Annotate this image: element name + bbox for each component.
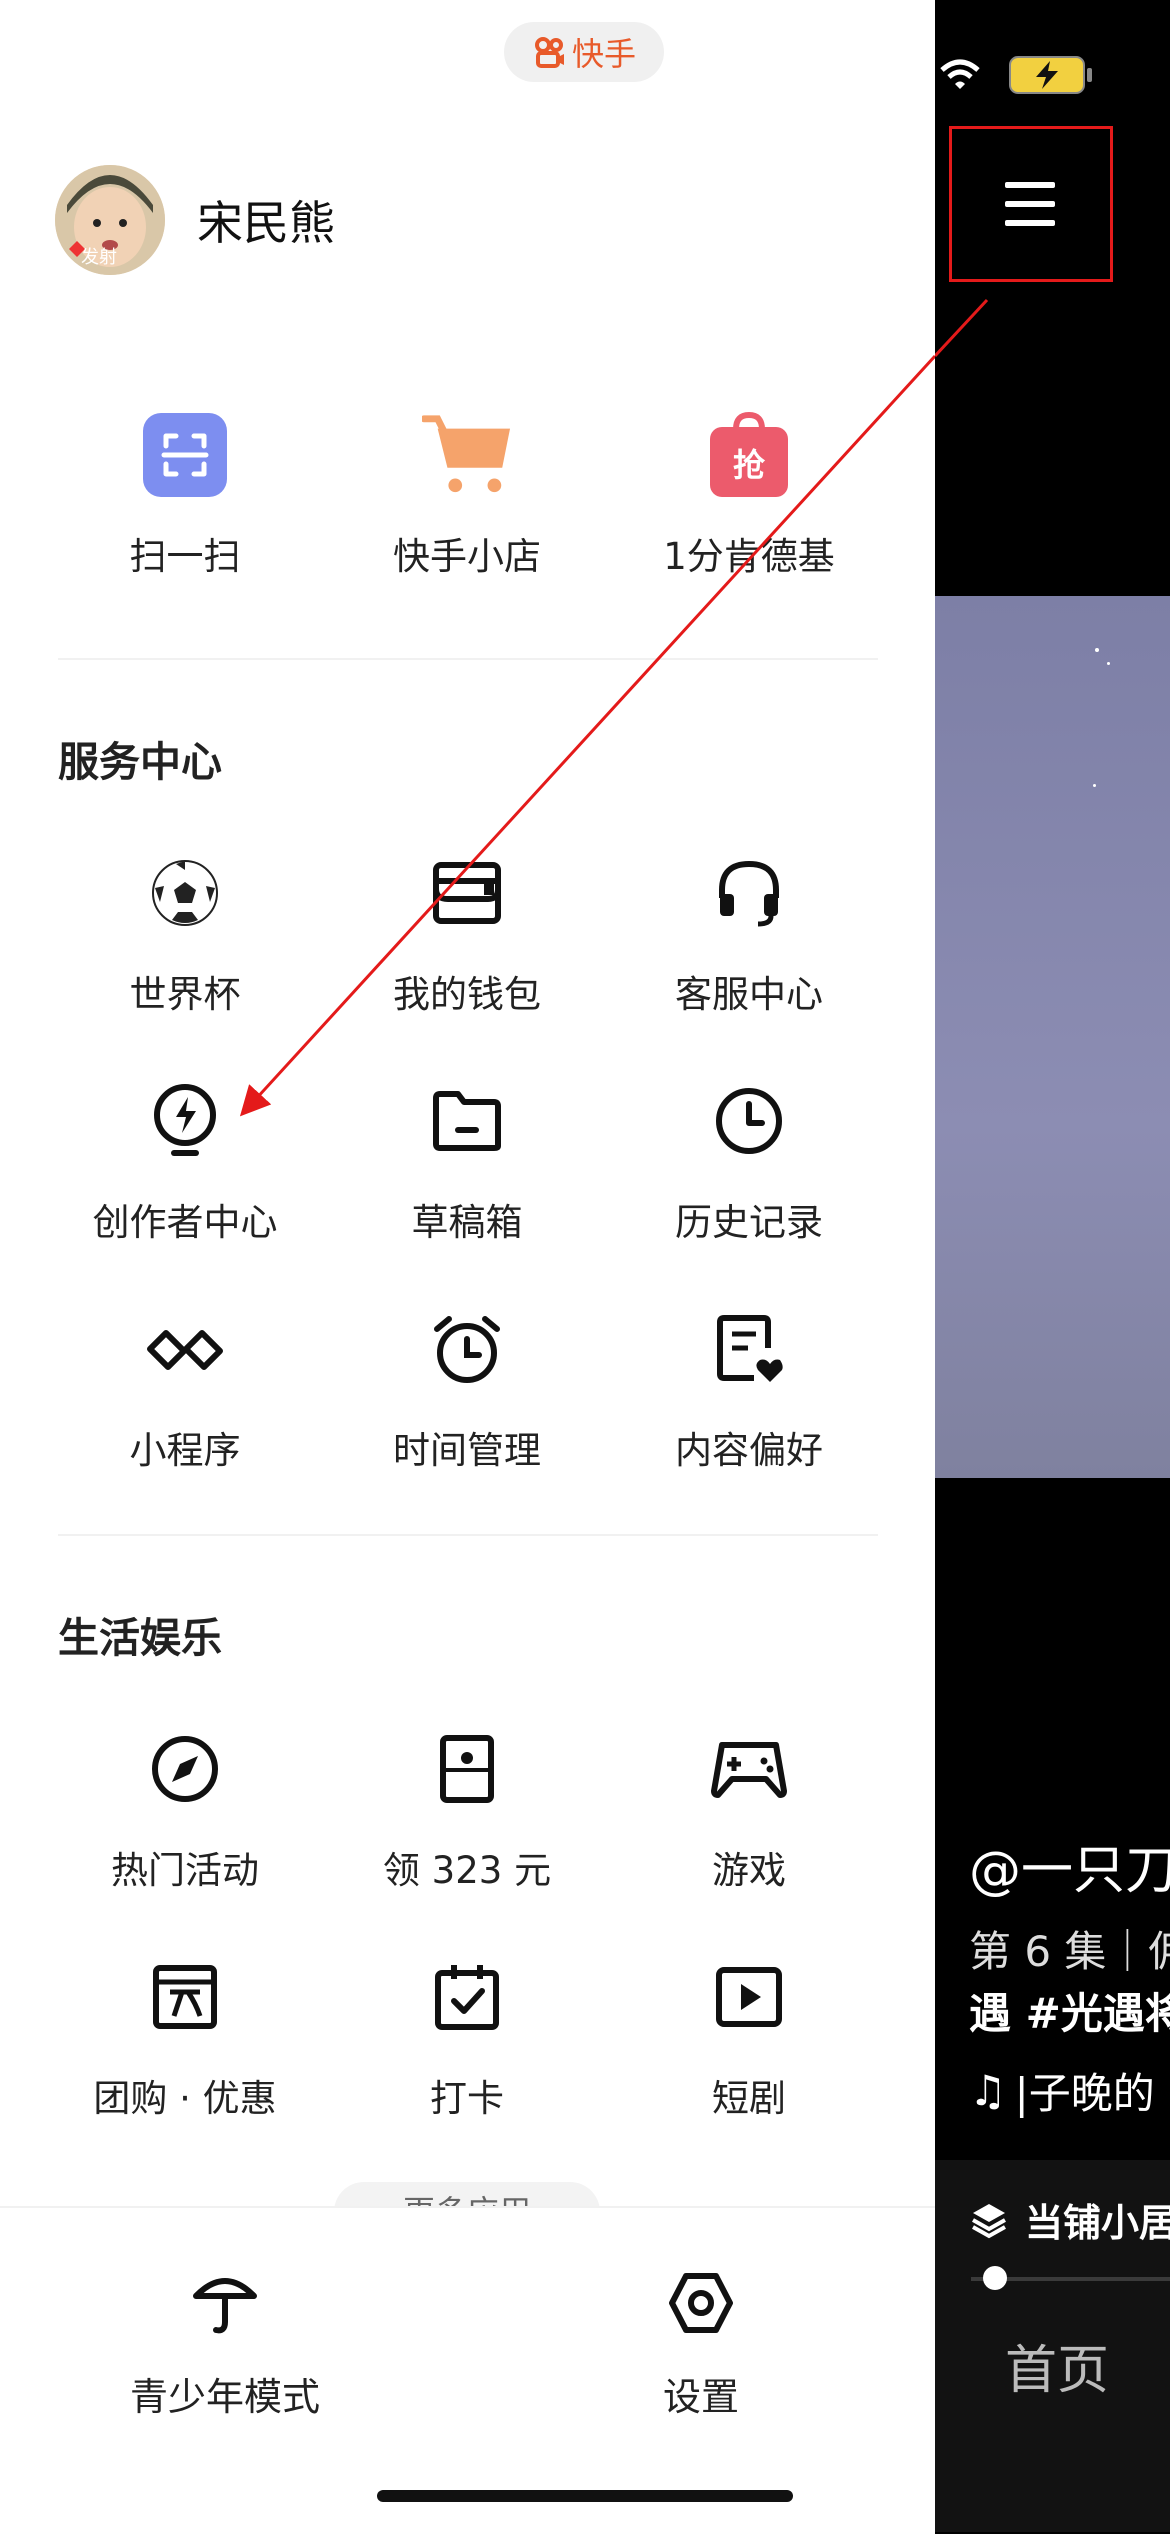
nav-home[interactable]: 首页: [1005, 2328, 1109, 2403]
service-item-label: 草稿箱: [411, 1201, 523, 1244]
service-item-label: 创作者中心: [92, 1201, 278, 1244]
life-item-games[interactable]: 游戏: [608, 1724, 890, 1894]
divider: [58, 658, 878, 660]
life-item-coupon[interactable]: 领 323 元: [326, 1724, 608, 1894]
life-row-2: 团购 · 优惠 打卡 短剧: [0, 1952, 935, 2122]
kuaishou-logo-icon: [534, 37, 564, 68]
quick-item-shop[interactable]: 快手小店: [326, 410, 608, 580]
life-item-drama[interactable]: 短剧: [608, 1952, 890, 2122]
calendar-check-icon: [422, 1952, 512, 2042]
service-row-2: 创作者中心 草稿箱 历史记录: [0, 1076, 935, 1246]
wallet-icon: [422, 848, 512, 938]
card-icon: [422, 1724, 512, 1814]
cart-icon: [422, 410, 512, 500]
quick-actions: 扫一扫 快手小店 抢 1分肯德基: [0, 410, 935, 580]
music-note-icon: ♫: [969, 2066, 1007, 2115]
shop-link[interactable]: 当铺小居: [969, 2192, 1170, 2247]
avatar[interactable]: 发射: [55, 165, 165, 275]
service-item-label: 我的钱包: [393, 973, 541, 1016]
gamepad-icon: [704, 1724, 794, 1814]
life-item-groupbuy[interactable]: 团购 · 优惠: [44, 1952, 326, 2122]
compass-icon: [140, 1724, 230, 1814]
service-row-1: 世界杯 我的钱包 客服中心: [0, 848, 935, 1018]
service-item-label: 历史记录: [675, 1201, 823, 1244]
video-hashtags[interactable]: 遇 #光遇将: [969, 1980, 1170, 2041]
bag-icon: 抢: [704, 410, 794, 500]
app-name: 快手: [571, 35, 636, 73]
drawer-bottom-bar: 青少年模式 设置: [0, 2206, 935, 2534]
bag-badge: 抢: [732, 446, 765, 484]
service-row-3: 小程序 时间管理 内容偏好: [0, 1304, 935, 1474]
service-item-worldcup[interactable]: 世界杯: [44, 848, 326, 1018]
life-item-events[interactable]: 热门活动: [44, 1724, 326, 1894]
life-item-label: 团购 · 优惠: [93, 2077, 277, 2120]
settings-button[interactable]: 设置: [656, 2258, 746, 2421]
youth-mode-button[interactable]: 青少年模式: [130, 2258, 320, 2421]
avatar-caption: 发射: [81, 247, 117, 268]
service-item-label: 小程序: [129, 1429, 241, 1472]
life-item-label: 领 323 元: [382, 1849, 552, 1892]
service-item-label: 内容偏好: [675, 1429, 823, 1472]
service-item-label: 世界杯: [129, 973, 241, 1016]
mini-program-icon: [140, 1304, 230, 1394]
service-item-history[interactable]: 历史记录: [608, 1076, 890, 1246]
service-item-support[interactable]: 客服中心: [608, 848, 890, 1018]
life-item-label: 热门活动: [111, 1849, 259, 1892]
video-episode: 第 6 集｜佣: [969, 1927, 1170, 1976]
section-title-service: 服务中心: [58, 738, 222, 786]
video-music[interactable]: ♫ |子晚的: [969, 2060, 1155, 2121]
alarm-icon: [422, 1304, 512, 1394]
quick-item-label: 快手小店: [393, 535, 541, 578]
clock-icon: [704, 1076, 794, 1166]
section-title-life: 生活娱乐: [58, 1614, 222, 1662]
service-item-preference[interactable]: 内容偏好: [608, 1304, 890, 1474]
life-item-label: 打卡: [430, 2077, 504, 2120]
life-item-checkin[interactable]: 打卡: [326, 1952, 608, 2122]
bulb-bolt-icon: [140, 1076, 230, 1166]
service-item-miniprogram[interactable]: 小程序: [44, 1304, 326, 1474]
service-item-drafts[interactable]: 草稿箱: [326, 1076, 608, 1246]
scan-icon: [140, 410, 230, 500]
side-drawer: 快手 发射 宋民熊 扫一扫 快手小店 抢 1分肯德基 服务中心 世界杯 我的钱包…: [0, 0, 935, 2534]
user-profile[interactable]: 发射 宋民熊: [55, 165, 335, 275]
doc-heart-icon: [704, 1304, 794, 1394]
life-item-label: 游戏: [712, 1849, 786, 1892]
quick-item-scan[interactable]: 扫一扫: [44, 410, 326, 580]
quick-item-label: 扫一扫: [129, 535, 241, 578]
user-name[interactable]: 宋民熊: [197, 187, 335, 253]
service-item-creator[interactable]: 创作者中心: [44, 1076, 326, 1246]
music-title: |子晚的: [1014, 2069, 1155, 2118]
soccer-ball-icon: [140, 848, 230, 938]
service-item-label: 时间管理: [393, 1429, 541, 1472]
quick-item-label: 1分肯德基: [663, 535, 835, 578]
app-logo-pill: 快手: [504, 22, 664, 82]
background-video-page: @一只刀 第 6 集｜佣 遇 #光遇将 ♫ |子晚的 当铺小居 首页: [935, 0, 1170, 2532]
service-item-time[interactable]: 时间管理: [326, 1304, 608, 1474]
shop-name: 当铺小居: [1025, 2201, 1170, 2245]
settings-label: 设置: [662, 2375, 739, 2419]
service-item-wallet[interactable]: 我的钱包: [326, 848, 608, 1018]
play-icon: [704, 1952, 794, 2042]
headset-icon: [704, 848, 794, 938]
divider: [58, 1534, 878, 1536]
umbrella-icon: [180, 2258, 270, 2348]
life-row-1: 热门活动 领 323 元 游戏: [0, 1724, 935, 1894]
service-item-label: 客服中心: [675, 973, 823, 1016]
video-progress-knob[interactable]: [983, 2266, 1007, 2290]
shop-icon: [140, 1952, 230, 2042]
folder-icon: [422, 1076, 512, 1166]
video-frame[interactable]: [935, 596, 1170, 1478]
life-item-label: 短剧: [712, 2077, 786, 2120]
video-author[interactable]: @一只刀: [969, 1828, 1170, 1903]
home-indicator: [377, 2490, 793, 2502]
quick-item-kfc[interactable]: 抢 1分肯德基: [608, 410, 890, 580]
layers-icon: [972, 2203, 1006, 2238]
youth-mode-label: 青少年模式: [130, 2375, 321, 2419]
settings-icon: [656, 2258, 746, 2348]
